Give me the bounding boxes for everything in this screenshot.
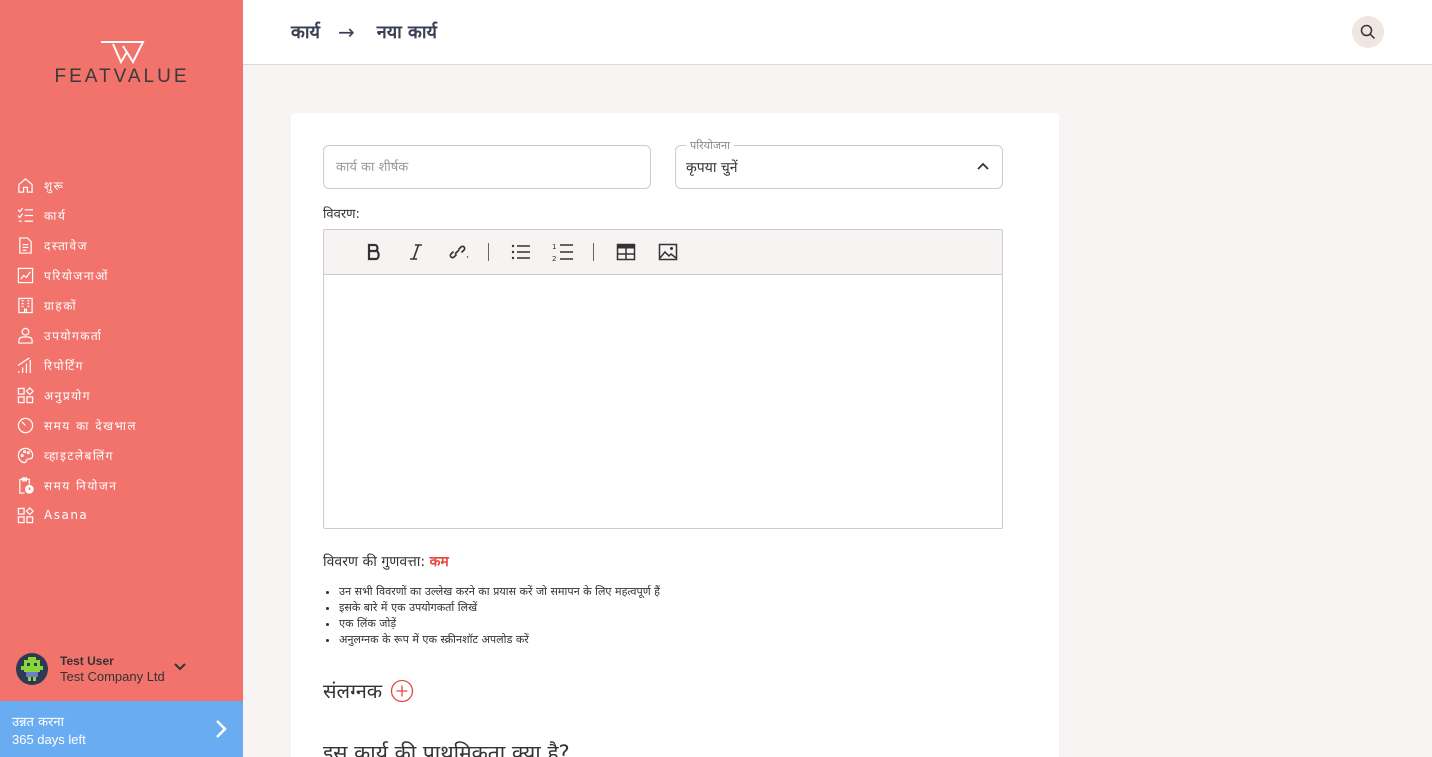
- sidebar-item-label: अनुप्रयोग: [44, 388, 91, 403]
- add-attachment-icon[interactable]: [390, 679, 414, 703]
- sidebar-item-home[interactable]: शुरू: [0, 170, 243, 200]
- list-item: अनुलग्नक के रूप में एक स्क्रीनशॉट अपलोड …: [339, 632, 660, 648]
- document-icon: [19, 236, 32, 254]
- timer-icon: [17, 417, 34, 433]
- search-button[interactable]: [1352, 16, 1384, 48]
- project-selected-value: कृपया चुनें: [686, 160, 738, 176]
- quality-value: कम: [429, 554, 449, 570]
- sidebar-item-label: परियोजनाओं: [44, 268, 109, 283]
- attachments-section: संलग्नक: [323, 677, 414, 704]
- numbered-list-button[interactable]: 12: [549, 238, 577, 266]
- breadcrumb-parent[interactable]: कार्य: [291, 20, 320, 44]
- palette-icon: [17, 447, 34, 463]
- description-label: विवरण:: [323, 207, 360, 222]
- sidebar-item-tasks[interactable]: कार्य: [0, 200, 243, 230]
- chevron-right-icon: [216, 720, 227, 738]
- user-info: Test User Test Company Ltd: [60, 654, 165, 684]
- sidebar-item-label: व्हाइटलेबलिंग: [44, 448, 114, 463]
- insert-table-button[interactable]: [612, 238, 640, 266]
- insert-image-button[interactable]: [654, 238, 682, 266]
- editor-content-area[interactable]: [324, 275, 1002, 528]
- sidebar-item-whitelabeling[interactable]: व्हाइटलेबलिंग: [0, 440, 243, 470]
- svg-text:2: 2: [552, 255, 556, 262]
- editor-toolbar: 12: [324, 230, 1002, 275]
- sidebar-item-label: समय नियोजन: [44, 478, 118, 493]
- list-item: इसके बारे में एक उपयोगकर्ता लिखें: [339, 600, 660, 616]
- breadcrumb-current: नया कार्य: [376, 22, 437, 43]
- sidebar-item-projects[interactable]: परियोजनाओं: [0, 260, 243, 290]
- sidebar-item-clients[interactable]: ग्राहकों: [0, 290, 243, 320]
- italic-button[interactable]: [402, 238, 430, 266]
- task-list-icon: [17, 207, 34, 222]
- italic-icon: [410, 244, 422, 260]
- bullet-list-button[interactable]: [507, 238, 535, 266]
- sidebar-item-label: दस्तावेज: [44, 238, 89, 253]
- pixel-avatar-icon: [21, 657, 43, 681]
- new-task-form: परियोजना कृपया चुनें विवरण: 12: [291, 113, 1059, 757]
- upgrade-title: उन्नत करना: [12, 715, 64, 730]
- sidebar: FEATVALUE शुरू कार्य दस्तावेज परियोजनाओं…: [0, 0, 243, 757]
- sidebar-item-label: उपयोगकर्ता: [44, 328, 103, 343]
- sidebar-item-documents[interactable]: दस्तावेज: [0, 230, 243, 260]
- toolbar-separator: [593, 243, 594, 261]
- user-menu[interactable]: Test User Test Company Ltd: [16, 652, 236, 686]
- project-label: परियोजना: [686, 138, 734, 153]
- user-icon: [18, 327, 33, 344]
- user-company: Test Company Ltd: [60, 669, 165, 684]
- upgrade-banner[interactable]: उन्नत करना 365 days left: [0, 701, 243, 757]
- avatar: [16, 653, 48, 685]
- image-icon: [658, 243, 678, 261]
- chevron-up-icon: [977, 162, 989, 170]
- sidebar-item-label: कार्य: [44, 208, 67, 223]
- attachments-label: संलग्नक: [323, 679, 383, 703]
- list-item: एक लिंक जोड़ें: [339, 616, 660, 632]
- quality-label: विवरण की गुणवत्ता:: [323, 554, 426, 570]
- table-icon: [616, 243, 636, 261]
- sidebar-item-asana[interactable]: Asana: [0, 500, 243, 530]
- bold-button[interactable]: [360, 238, 388, 266]
- sidebar-item-time-tracking[interactable]: समय का देखभाल: [0, 410, 243, 440]
- user-name: Test User: [60, 654, 114, 668]
- search-icon: [1360, 24, 1376, 40]
- sidebar-item-label: समय का देखभाल: [44, 418, 138, 433]
- project-select[interactable]: परियोजना कृपया चुनें: [675, 138, 1003, 189]
- task-title-input[interactable]: [323, 145, 651, 189]
- featvalue-logo[interactable]: FEATVALUE: [36, 40, 208, 90]
- sidebar-item-label: रिपोर्टिंग: [44, 358, 84, 373]
- priority-question: इस कार्य की प्राथमिकता क्या है?: [323, 741, 570, 757]
- bullet-list-icon: [511, 244, 530, 260]
- sidebar-item-apps[interactable]: अनुप्रयोग: [0, 380, 243, 410]
- brand-name: FEATVALUE: [54, 66, 190, 87]
- building-icon: [18, 297, 33, 313]
- apps-icon: [17, 506, 34, 523]
- link-button[interactable]: [444, 238, 472, 266]
- toolbar-separator: [488, 243, 489, 261]
- sidebar-item-reporting[interactable]: रिपोर्टिंग: [0, 350, 243, 380]
- chevron-down-icon[interactable]: [173, 662, 187, 672]
- top-header: कार्य → नया कार्य: [243, 0, 1432, 65]
- logo-mark-icon: [101, 41, 145, 65]
- signal-icon: [17, 356, 31, 373]
- sidebar-item-label: ग्राहकों: [44, 298, 78, 313]
- breadcrumb-arrow: →: [337, 20, 355, 44]
- description-tips: उन सभी विवरणों का उल्लेख करने का प्रयास …: [339, 584, 660, 648]
- sidebar-nav: शुरू कार्य दस्तावेज परियोजनाओं ग्राहकों …: [0, 170, 243, 530]
- apps-icon: [17, 386, 34, 403]
- home-icon: [18, 177, 33, 193]
- numbered-list-icon: 12: [552, 243, 573, 262]
- svg-text:1: 1: [552, 243, 556, 251]
- sidebar-item-time-planning[interactable]: समय नियोजन: [0, 470, 243, 500]
- description-editor: 12: [323, 229, 1003, 529]
- sidebar-item-users[interactable]: उपयोगकर्ता: [0, 320, 243, 350]
- chart-icon: [17, 267, 34, 283]
- sidebar-item-label: शुरू: [44, 178, 65, 193]
- description-quality: विवरण की गुणवत्ता: कम: [323, 552, 449, 571]
- clipboard-clock-icon: [19, 476, 34, 494]
- link-icon: [449, 245, 469, 259]
- list-item: उन सभी विवरणों का उल्लेख करने का प्रयास …: [339, 584, 660, 600]
- upgrade-days-left: 365 days left: [12, 732, 86, 747]
- sidebar-item-label: Asana: [44, 508, 89, 522]
- bold-icon: [367, 243, 380, 261]
- breadcrumb: कार्य → नया कार्य: [291, 20, 437, 44]
